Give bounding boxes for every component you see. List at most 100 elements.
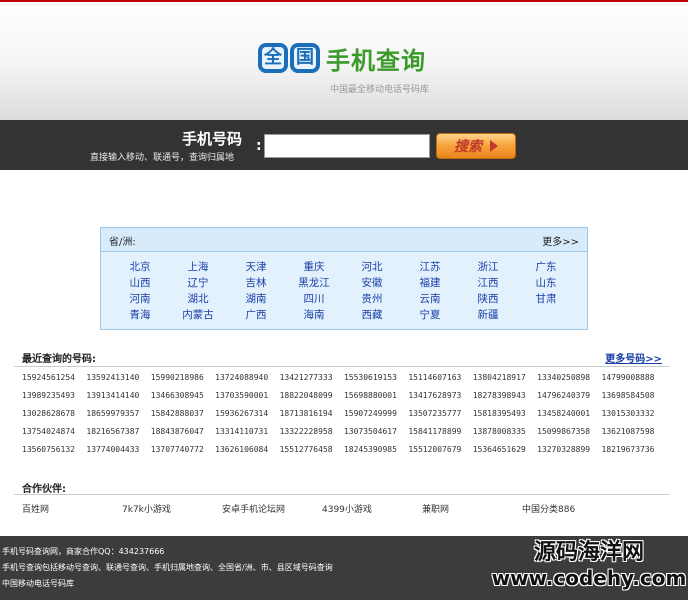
site-logo[interactable]: 全 国 手机查询 bbox=[258, 38, 426, 78]
province-link[interactable]: 山东 bbox=[517, 277, 575, 290]
partners-section: 合作伙伴: 百姓网 7k7k小游戏 安卓手机论坛网 4399小游戏 兼职网 中国分类886 bbox=[14, 474, 670, 520]
recent-number-link[interactable]: 13707740772 bbox=[151, 444, 215, 456]
province-link[interactable]: 江西 bbox=[459, 277, 517, 290]
logo-text: 手机查询 bbox=[326, 46, 426, 75]
logo-subtitle: 中国最全移动电话号码库 bbox=[330, 85, 430, 95]
recent-number-link[interactable]: 13698584508 bbox=[602, 390, 666, 402]
recent-number-link[interactable]: 14799008888 bbox=[602, 372, 666, 384]
recent-number-link[interactable]: 15364651629 bbox=[473, 444, 537, 456]
province-link[interactable]: 贵州 bbox=[343, 293, 401, 306]
recent-number-link[interactable]: 13322228958 bbox=[280, 426, 344, 438]
more-numbers-link[interactable]: 更多号码>> bbox=[605, 350, 662, 365]
recent-number-link[interactable]: 13028628678 bbox=[22, 408, 86, 420]
recent-number-link[interactable]: 15907249999 bbox=[344, 408, 408, 420]
recent-number-link[interactable]: 13417628973 bbox=[408, 390, 472, 402]
province-link[interactable]: 云南 bbox=[401, 293, 459, 306]
recent-number-link[interactable]: 18219673736 bbox=[602, 444, 666, 456]
province-link[interactable]: 浙江 bbox=[459, 261, 517, 274]
partner-link[interactable]: 7k7k小游戏 bbox=[122, 502, 222, 515]
province-link[interactable]: 内蒙古 bbox=[169, 309, 227, 322]
recent-number-link[interactable]: 15818395493 bbox=[473, 408, 537, 420]
search-hint: 直接输入移动、联通号，查询归属地 bbox=[90, 153, 235, 163]
province-link[interactable]: 上海 bbox=[169, 261, 227, 274]
recent-number-link[interactable]: 13878008335 bbox=[473, 426, 537, 438]
province-link[interactable]: 北京 bbox=[111, 261, 169, 274]
recent-number-link[interactable]: 18713816194 bbox=[280, 408, 344, 420]
recent-queries-title: 最近查询的号码: bbox=[22, 354, 96, 365]
recent-number-link[interactable]: 13073504617 bbox=[344, 426, 408, 438]
recent-number-link[interactable]: 13592413140 bbox=[86, 372, 150, 384]
province-link[interactable]: 湖北 bbox=[169, 293, 227, 306]
recent-number-link[interactable]: 13989235493 bbox=[22, 390, 86, 402]
recent-number-link[interactable]: 18245390985 bbox=[344, 444, 408, 456]
province-link[interactable]: 海南 bbox=[285, 309, 343, 322]
recent-number-link[interactable]: 13314110731 bbox=[215, 426, 279, 438]
province-link[interactable]: 广西 bbox=[227, 309, 285, 322]
recent-number-link[interactable]: 13626106084 bbox=[215, 444, 279, 456]
recent-number-link[interactable]: 13466308945 bbox=[151, 390, 215, 402]
province-link[interactable]: 青海 bbox=[111, 309, 169, 322]
recent-number-link[interactable]: 18216567387 bbox=[86, 426, 150, 438]
province-link[interactable]: 吉林 bbox=[227, 277, 285, 290]
recent-number-link[interactable]: 13507235777 bbox=[408, 408, 472, 420]
province-link[interactable]: 河北 bbox=[343, 261, 401, 274]
recent-number-link[interactable]: 15099867358 bbox=[537, 426, 601, 438]
recent-number-link[interactable]: 13703590001 bbox=[215, 390, 279, 402]
footer-line-2: 手机号查询包括移动号查询、联通号查询、手机归属地查询、全国省/洲、市、县区域号码… bbox=[2, 563, 333, 572]
province-link[interactable]: 西藏 bbox=[343, 309, 401, 322]
recent-number-link[interactable]: 18822048099 bbox=[280, 390, 344, 402]
province-link[interactable]: 重庆 bbox=[285, 261, 343, 274]
province-link[interactable]: 新疆 bbox=[459, 309, 517, 322]
province-link[interactable]: 河南 bbox=[111, 293, 169, 306]
recent-number-link[interactable]: 14796240379 bbox=[537, 390, 601, 402]
recent-number-link[interactable]: 15841178899 bbox=[408, 426, 472, 438]
province-link[interactable]: 湖南 bbox=[227, 293, 285, 306]
province-more-link[interactable]: 更多>> bbox=[542, 233, 579, 248]
recent-number-link[interactable]: 13804218917 bbox=[473, 372, 537, 384]
search-button[interactable]: 搜索 bbox=[436, 133, 516, 159]
province-link[interactable]: 宁夏 bbox=[401, 309, 459, 322]
logo-mark-char-1: 全 bbox=[258, 43, 288, 73]
recent-number-link[interactable]: 15114607163 bbox=[408, 372, 472, 384]
partner-link[interactable]: 4399小游戏 bbox=[322, 502, 422, 515]
recent-number-link[interactable]: 13340250898 bbox=[537, 372, 601, 384]
recent-number-link[interactable]: 18843876047 bbox=[151, 426, 215, 438]
recent-number-link[interactable]: 13754024874 bbox=[22, 426, 86, 438]
province-link[interactable]: 江苏 bbox=[401, 261, 459, 274]
recent-number-link[interactable]: 13458240001 bbox=[537, 408, 601, 420]
province-link[interactable]: 辽宁 bbox=[169, 277, 227, 290]
recent-number-link[interactable]: 13913414140 bbox=[86, 390, 150, 402]
recent-number-link[interactable]: 15842888037 bbox=[151, 408, 215, 420]
recent-number-link[interactable]: 15512776458 bbox=[280, 444, 344, 456]
province-link[interactable]: 四川 bbox=[285, 293, 343, 306]
recent-number-link[interactable]: 15936267314 bbox=[215, 408, 279, 420]
province-link[interactable]: 天津 bbox=[227, 261, 285, 274]
province-link[interactable]: 陕西 bbox=[459, 293, 517, 306]
partner-link[interactable]: 中国分类886 bbox=[522, 502, 622, 515]
province-link[interactable]: 安徽 bbox=[343, 277, 401, 290]
province-link[interactable]: 黑龙江 bbox=[285, 277, 343, 290]
phone-search-input[interactable] bbox=[264, 134, 430, 158]
recent-number-link[interactable]: 18278398943 bbox=[473, 390, 537, 402]
recent-number-link[interactable]: 13724088940 bbox=[215, 372, 279, 384]
partner-link[interactable]: 安卓手机论坛网 bbox=[222, 502, 322, 515]
footer-line-3: 中国移动电话号码库 bbox=[2, 579, 74, 588]
recent-number-link[interactable]: 13560756132 bbox=[22, 444, 86, 456]
recent-number-link[interactable]: 13774004433 bbox=[86, 444, 150, 456]
recent-number-link[interactable]: 18659979357 bbox=[86, 408, 150, 420]
recent-number-link[interactable]: 15530619153 bbox=[344, 372, 408, 384]
province-link[interactable]: 山西 bbox=[111, 277, 169, 290]
partner-link[interactable]: 兼职网 bbox=[422, 502, 522, 515]
recent-number-link[interactable]: 15990218986 bbox=[151, 372, 215, 384]
recent-number-link[interactable]: 15512007679 bbox=[408, 444, 472, 456]
province-link[interactable]: 广东 bbox=[517, 261, 575, 274]
province-link[interactable]: 甘肃 bbox=[517, 293, 575, 306]
recent-number-link[interactable]: 13270328899 bbox=[537, 444, 601, 456]
recent-number-link[interactable]: 15924561254 bbox=[22, 372, 86, 384]
recent-number-link[interactable]: 13015303332 bbox=[602, 408, 666, 420]
recent-number-link[interactable]: 13421277333 bbox=[280, 372, 344, 384]
province-link[interactable]: 福建 bbox=[401, 277, 459, 290]
partner-link[interactable]: 百姓网 bbox=[22, 502, 122, 515]
recent-number-link[interactable]: 15698880001 bbox=[344, 390, 408, 402]
recent-number-link[interactable]: 13621087598 bbox=[602, 426, 666, 438]
